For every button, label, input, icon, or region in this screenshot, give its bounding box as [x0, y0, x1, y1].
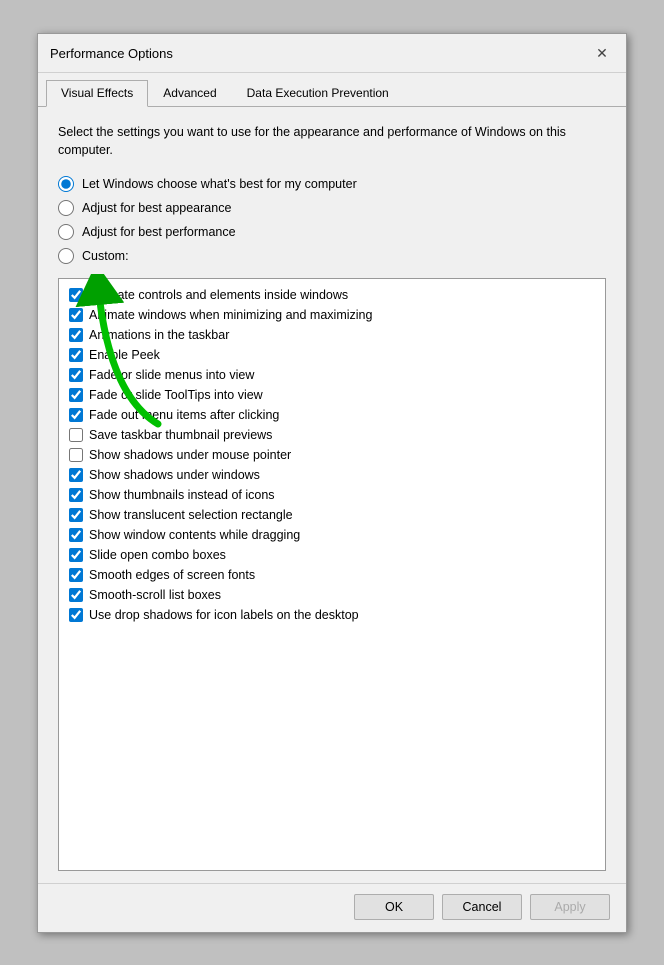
checkbox-item-cb2[interactable]: Animate windows when minimizing and maxi… — [63, 305, 601, 325]
checkbox-cb6[interactable] — [69, 388, 83, 402]
checkbox-label-cb6: Fade or slide ToolTips into view — [89, 388, 263, 402]
checkbox-label-cb16: Smooth-scroll list boxes — [89, 588, 221, 602]
ok-button[interactable]: OK — [354, 894, 434, 920]
radio-label-windows-best: Let Windows choose what's best for my co… — [82, 177, 357, 191]
checkbox-cb14[interactable] — [69, 548, 83, 562]
checkbox-label-cb9: Show shadows under mouse pointer — [89, 448, 291, 462]
checkbox-item-cb5[interactable]: Fade or slide menus into view — [63, 365, 601, 385]
checkbox-label-cb13: Show window contents while dragging — [89, 528, 300, 542]
radio-best-appearance[interactable] — [58, 200, 74, 216]
radio-item-best-performance[interactable]: Adjust for best performance — [58, 224, 606, 240]
checkbox-item-cb11[interactable]: Show thumbnails instead of icons — [63, 485, 601, 505]
checkbox-label-cb17: Use drop shadows for icon labels on the … — [89, 608, 359, 622]
checkbox-cb12[interactable] — [69, 508, 83, 522]
checkbox-item-cb8[interactable]: Save taskbar thumbnail previews — [63, 425, 601, 445]
performance-options-dialog: Performance Options ✕ Visual Effects Adv… — [37, 33, 627, 933]
checkbox-cb11[interactable] — [69, 488, 83, 502]
checkbox-item-cb6[interactable]: Fade or slide ToolTips into view — [63, 385, 601, 405]
checkbox-label-cb8: Save taskbar thumbnail previews — [89, 428, 272, 442]
checkbox-label-cb15: Smooth edges of screen fonts — [89, 568, 255, 582]
tab-bar: Visual Effects Advanced Data Execution P… — [38, 73, 626, 107]
checkbox-cb17[interactable] — [69, 608, 83, 622]
radio-group: Let Windows choose what's best for my co… — [58, 176, 606, 264]
checkbox-label-cb10: Show shadows under windows — [89, 468, 260, 482]
checkbox-item-cb7[interactable]: Fade out menu items after clicking — [63, 405, 601, 425]
checkbox-item-cb12[interactable]: Show translucent selection rectangle — [63, 505, 601, 525]
checkbox-label-cb2: Animate windows when minimizing and maxi… — [89, 308, 372, 322]
button-bar: OK Cancel Apply — [38, 883, 626, 932]
checkbox-item-cb4[interactable]: Enable Peek — [63, 345, 601, 365]
checkbox-item-cb1[interactable]: Animate controls and elements inside win… — [63, 285, 601, 305]
radio-item-best-appearance[interactable]: Adjust for best appearance — [58, 200, 606, 216]
tab-visual-effects[interactable]: Visual Effects — [46, 80, 148, 107]
checkbox-item-cb10[interactable]: Show shadows under windows — [63, 465, 601, 485]
radio-best-performance[interactable] — [58, 224, 74, 240]
checkbox-cb10[interactable] — [69, 468, 83, 482]
checkbox-cb3[interactable] — [69, 328, 83, 342]
cancel-button[interactable]: Cancel — [442, 894, 522, 920]
radio-label-best-appearance: Adjust for best appearance — [82, 201, 231, 215]
checkbox-label-cb1: Animate controls and elements inside win… — [89, 288, 348, 302]
checkbox-cb13[interactable] — [69, 528, 83, 542]
dialog-title: Performance Options — [50, 46, 173, 61]
checkbox-cb7[interactable] — [69, 408, 83, 422]
checkbox-label-cb7: Fade out menu items after clicking — [89, 408, 279, 422]
checkbox-item-cb17[interactable]: Use drop shadows for icon labels on the … — [63, 605, 601, 625]
checkbox-label-cb12: Show translucent selection rectangle — [89, 508, 293, 522]
checkbox-cb9[interactable] — [69, 448, 83, 462]
checkbox-label-cb3: Animations in the taskbar — [89, 328, 229, 342]
checkbox-item-cb16[interactable]: Smooth-scroll list boxes — [63, 585, 601, 605]
checkbox-label-cb5: Fade or slide menus into view — [89, 368, 254, 382]
checkbox-label-cb4: Enable Peek — [89, 348, 160, 362]
radio-custom[interactable] — [58, 248, 74, 264]
checkbox-cb2[interactable] — [69, 308, 83, 322]
checkbox-label-cb11: Show thumbnails instead of icons — [89, 488, 275, 502]
checkbox-item-cb13[interactable]: Show window contents while dragging — [63, 525, 601, 545]
radio-windows-best[interactable] — [58, 176, 74, 192]
checkbox-cb4[interactable] — [69, 348, 83, 362]
checkbox-cb8[interactable] — [69, 428, 83, 442]
radio-item-custom[interactable]: Custom: — [58, 248, 606, 264]
tab-advanced[interactable]: Advanced — [148, 80, 231, 107]
checkbox-cb15[interactable] — [69, 568, 83, 582]
checkbox-cb16[interactable] — [69, 588, 83, 602]
dialog-content: Select the settings you want to use for … — [38, 107, 626, 883]
checkbox-label-cb14: Slide open combo boxes — [89, 548, 226, 562]
description-text: Select the settings you want to use for … — [58, 123, 606, 161]
checkbox-cb1[interactable] — [69, 288, 83, 302]
tab-dep[interactable]: Data Execution Prevention — [232, 80, 404, 107]
title-bar: Performance Options ✕ — [38, 34, 626, 73]
close-button[interactable]: ✕ — [590, 42, 614, 66]
checkbox-item-cb9[interactable]: Show shadows under mouse pointer — [63, 445, 601, 465]
apply-button[interactable]: Apply — [530, 894, 610, 920]
radio-item-windows-best[interactable]: Let Windows choose what's best for my co… — [58, 176, 606, 192]
checkbox-item-cb3[interactable]: Animations in the taskbar — [63, 325, 601, 345]
checkbox-item-cb14[interactable]: Slide open combo boxes — [63, 545, 601, 565]
radio-label-best-performance: Adjust for best performance — [82, 225, 236, 239]
checkbox-list: Animate controls and elements inside win… — [58, 278, 606, 871]
checkbox-item-cb15[interactable]: Smooth edges of screen fonts — [63, 565, 601, 585]
checkbox-cb5[interactable] — [69, 368, 83, 382]
radio-label-custom: Custom: — [82, 249, 129, 263]
